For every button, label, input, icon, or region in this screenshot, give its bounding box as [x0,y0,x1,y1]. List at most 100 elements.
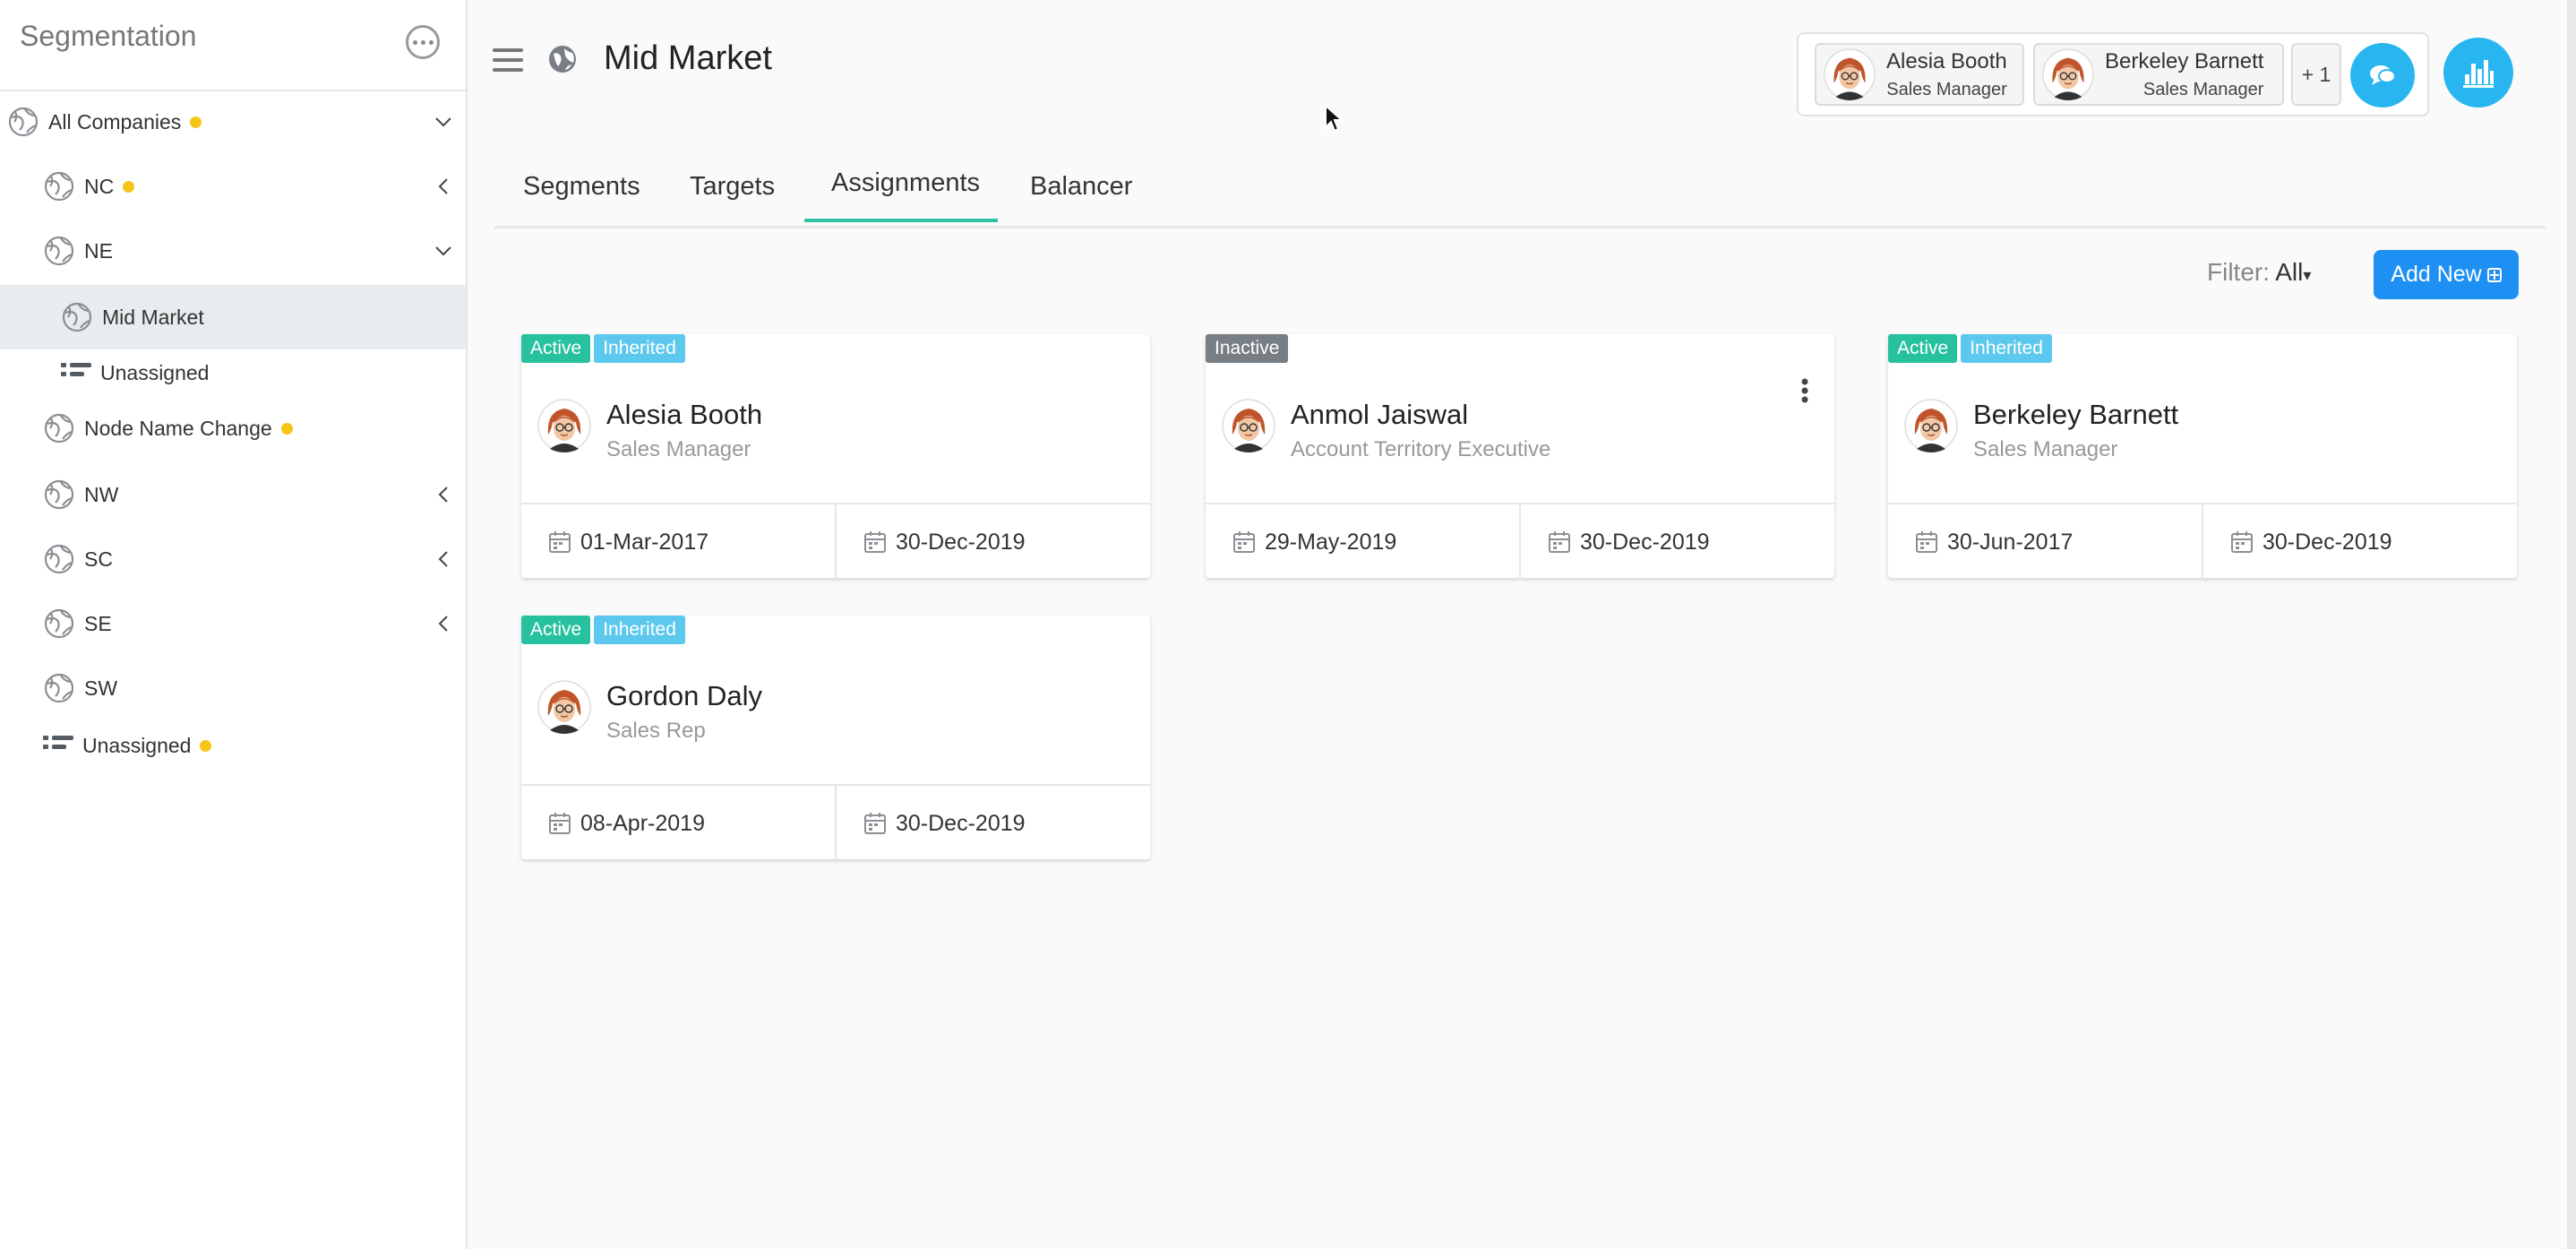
mouse-cursor-icon [1325,104,1344,133]
avatar [1824,48,1876,100]
hamburger-menu-icon[interactable] [493,47,523,73]
chevron-left-icon[interactable] [434,549,453,569]
card-name: Anmol Jaiswal [1291,399,1469,430]
chevron-left-icon[interactable] [434,614,453,633]
tree-item-label: SW [84,676,118,700]
person-role: Sales Manager [2142,79,2264,99]
person-chip-alesia-booth[interactable]: Alesia Booth Sales Manager [1815,43,2024,106]
divider [2202,504,2203,580]
status-dot [190,116,202,128]
calendar-icon [1915,530,1938,554]
tree-item-all-companies[interactable]: All Companies [0,104,466,140]
status-badge-inherited: Inherited [594,616,685,644]
calendar-icon [2230,530,2254,554]
list-icon [61,363,93,383]
status-badge-active: Active [1888,334,1958,363]
divider [835,786,837,861]
tree-item-label: NE [84,238,113,263]
sidebar-header: Segmentation [0,0,466,91]
tree-item-unassigned[interactable]: Unassigned [0,728,466,763]
start-date-value: 01-Mar-2017 [580,529,709,555]
person-name: Alesia Booth [1886,48,2007,73]
card-role: Account Territory Executive [1291,437,1551,461]
globe-icon [43,543,75,575]
avatar [1904,399,1958,452]
tree-item-label: Unassigned [82,733,192,757]
status-badge-active: Active [521,616,591,644]
tab-targets[interactable]: Targets [690,172,775,202]
date-row: 08-Apr-2019 30-Dec-2019 [521,784,1150,861]
tab-balancer[interactable]: Balancer [1030,172,1132,202]
calendar-icon [1548,530,1571,554]
caret-down-icon: ▾ [2303,266,2312,284]
divider [1519,504,1521,580]
analytics-button[interactable] [2443,38,2513,108]
end-date: 30-Dec-2019 [863,504,1026,580]
bar-chart-icon [2463,60,2494,88]
date-row: 01-Mar-2017 30-Dec-2019 [521,503,1150,580]
tree-item-se[interactable]: SE [0,606,466,642]
tree-item-label: Unassigned [100,360,210,384]
assignment-card[interactable]: Inactive Anmol Jaiswal Account Territory… [1206,334,1834,580]
tree-item-nw[interactable]: NW [0,477,466,513]
more-people-button[interactable]: + 1 [2291,43,2341,106]
tree-item-node-name-change[interactable]: Node Name Change [0,410,466,446]
tab-assignments[interactable]: Assignments [831,168,980,198]
tree-item-label: All Companies [48,109,182,134]
start-date-value: 08-Apr-2019 [580,810,705,836]
more-icon[interactable] [406,25,440,59]
start-date: 30-Jun-2017 [1915,504,2073,580]
filter-label: Filter: [2207,258,2270,286]
date-row: 29-May-2019 30-Dec-2019 [1206,503,1834,580]
tree-item-unassigned-ne[interactable]: Unassigned [0,355,466,391]
status-badge-inactive: Inactive [1206,334,1289,363]
assignment-card[interactable]: Active Inherited Berkeley Barnett Sales … [1888,334,2517,580]
chevron-down-icon[interactable] [434,241,453,261]
person-chip-berkeley-barnett[interactable]: Berkeley Barnett Sales Manager [2033,43,2284,106]
avatar [1222,399,1275,452]
sidebar-title: Segmentation [20,20,197,52]
tree-item-label: SE [84,611,112,635]
status-dot [123,180,135,193]
status-badge-active: Active [521,334,591,363]
end-date-value: 30-Dec-2019 [2263,529,2392,555]
person-name: Berkeley Barnett [2105,48,2264,73]
tree-item-label: SC [84,547,113,571]
chevron-left-icon[interactable] [434,485,453,504]
divider [835,504,837,580]
chevron-down-icon[interactable] [434,112,453,132]
calendar-icon [1232,530,1256,554]
tree-item-sc[interactable]: SC [0,541,466,577]
add-new-button[interactable]: Add New [2374,250,2519,299]
assignment-card[interactable]: Active Inherited Alesia Booth Sales Mana… [521,334,1150,580]
end-date: 30-Dec-2019 [1548,504,1710,580]
tree-item-label: NC [84,174,115,198]
card-name: Gordon Daly [606,680,763,711]
kebab-menu-icon[interactable] [1800,377,1809,404]
end-date-value: 30-Dec-2019 [896,810,1026,836]
tab-bar: Segments Targets Assignments Balancer [494,156,2546,228]
tree-item-mid-market[interactable]: Mid Market [0,285,466,349]
date-row: 30-Jun-2017 30-Dec-2019 [1888,503,2517,580]
globe-icon [43,478,75,511]
assignment-card[interactable]: Active Inherited Gordon Daly Sales Rep 0… [521,616,1150,861]
filter-value: All [2275,258,2304,286]
card-name: Berkeley Barnett [1973,399,2179,430]
tree-item-label: NW [84,482,119,506]
tree-item-nc[interactable]: NC [0,168,466,204]
tree-item-sw[interactable]: SW [0,670,466,706]
globe-icon [43,235,75,267]
start-date: 01-Mar-2017 [548,504,708,580]
chevron-left-icon[interactable] [434,177,453,196]
scrollbar[interactable] [2567,0,2576,1249]
card-role: Sales Manager [1973,437,2118,461]
chat-button[interactable] [2350,43,2415,108]
tab-segments[interactable]: Segments [523,172,640,202]
globe-icon [549,46,576,73]
filter-dropdown[interactable]: Filter: All▾ [2207,258,2311,287]
calendar-icon [548,530,571,554]
tree-item-label: Node Name Change [84,416,272,440]
tree-item-ne[interactable]: NE [0,233,466,269]
status-badge-inherited: Inherited [594,334,685,363]
end-date: 30-Dec-2019 [2230,504,2392,580]
